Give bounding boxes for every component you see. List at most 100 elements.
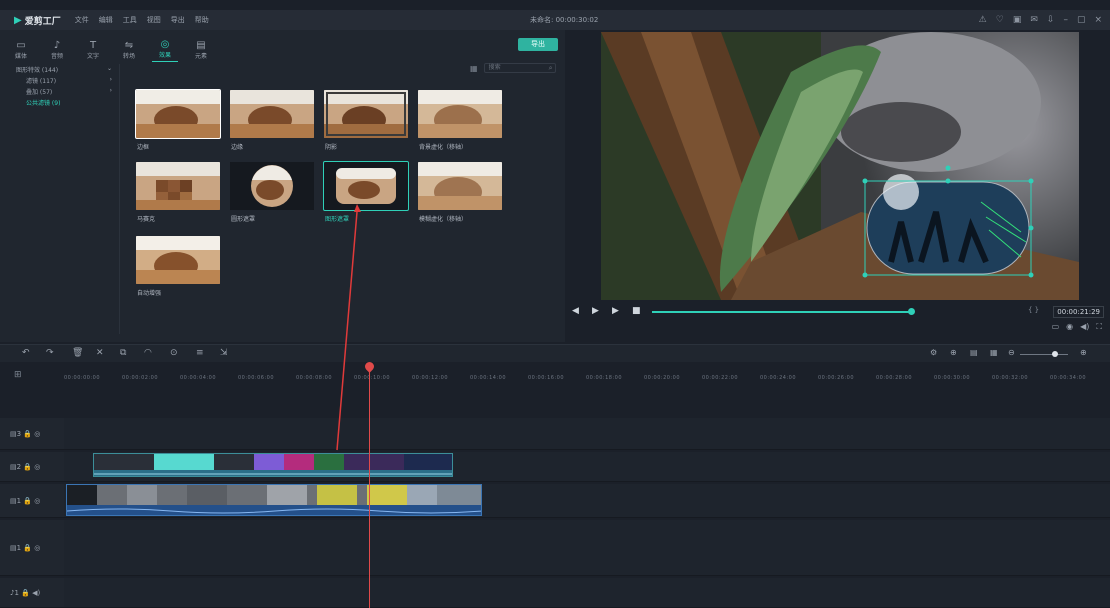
mail-icon[interactable]: ✉ bbox=[1030, 15, 1038, 25]
tab-audio[interactable]: ♪ 音频 bbox=[44, 40, 70, 62]
zoom-out-icon[interactable]: ⊖ bbox=[1008, 348, 1015, 357]
stop-button[interactable]: ■ bbox=[632, 306, 641, 316]
volume-icon[interactable]: ◀) bbox=[1080, 322, 1089, 332]
video-clip[interactable] bbox=[66, 484, 482, 516]
minimize-button[interactable]: – bbox=[1063, 15, 1068, 25]
effect-thumbnail[interactable] bbox=[230, 162, 314, 210]
category-label: 图形特效 (144) bbox=[16, 67, 59, 74]
close-button[interactable]: × bbox=[1094, 15, 1102, 25]
zoom-slider-handle[interactable] bbox=[1052, 351, 1058, 357]
effect-thumbnail-active[interactable] bbox=[323, 161, 409, 211]
zoom-in-icon[interactable]: ⊕ bbox=[1080, 348, 1087, 357]
category-label: 滤镜 (117) bbox=[26, 78, 57, 85]
text-icon: T bbox=[89, 40, 97, 51]
category-item[interactable]: 滤镜 (117) › bbox=[8, 75, 116, 86]
app-logo: ▶ 爱剪工厂 bbox=[14, 14, 61, 27]
tab-media[interactable]: ▭ 媒体 bbox=[8, 40, 34, 62]
cut-icon[interactable]: ✕ bbox=[96, 348, 104, 358]
menu-file[interactable]: 文件 bbox=[75, 15, 89, 25]
tab-text[interactable]: T 文字 bbox=[80, 40, 106, 62]
effect-thumbnail[interactable] bbox=[230, 90, 314, 138]
ruler-tick-label: 00:00:04:00 bbox=[180, 375, 217, 381]
menu-tools[interactable]: 工具 bbox=[123, 15, 137, 25]
thumbnail-image bbox=[230, 90, 314, 138]
display-icon[interactable]: ▭ bbox=[1052, 322, 1060, 332]
ruler-tick-label: 00:00:12:00 bbox=[412, 375, 449, 381]
ruler-tick-label: 00:00:22:00 bbox=[702, 375, 739, 381]
category-list: 图形特效 (144) ⌄ 滤镜 (117) › 叠加 (57) › 公共滤镜 (… bbox=[8, 64, 120, 334]
menu-help[interactable]: 帮助 bbox=[195, 15, 209, 25]
track-header: ▤1 🔒 ◎ bbox=[0, 484, 64, 517]
track-empty[interactable]: ▤1 🔒 ◎ bbox=[0, 520, 1110, 576]
track-video-3[interactable]: ▤3 🔒 ◎ bbox=[0, 418, 1110, 450]
ruler-tick-label: 00:00:24:00 bbox=[760, 375, 797, 381]
menu-view[interactable]: 视图 bbox=[147, 15, 161, 25]
undo-icon[interactable]: ↶ bbox=[22, 348, 30, 358]
category-item-active[interactable]: 公共滤镜 (9) bbox=[8, 97, 116, 108]
effect-thumbnail[interactable] bbox=[136, 162, 220, 210]
download-icon[interactable]: ⇩ bbox=[1047, 15, 1055, 25]
next-frame-button[interactable]: ▶ bbox=[612, 306, 619, 316]
settings-icon[interactable]: ⚙ bbox=[930, 348, 937, 357]
effect-thumbnail[interactable] bbox=[135, 89, 221, 139]
category-item[interactable]: 叠加 (57) › bbox=[8, 86, 116, 97]
playhead-line[interactable] bbox=[369, 366, 370, 608]
timeline-ruler[interactable]: ⊞ 00:00:00:00 00:00:02:00 00:00:04:00 00:00… bbox=[0, 364, 1110, 390]
ruler-tick-label: 00:00:18:00 bbox=[586, 375, 623, 381]
favorite-icon[interactable]: ♡ bbox=[996, 15, 1004, 25]
zoom-slider[interactable] bbox=[1020, 354, 1068, 355]
tab-effects[interactable]: ◎ 效果 bbox=[152, 39, 178, 62]
thumbnail-image bbox=[136, 236, 220, 284]
effect-thumbnail[interactable] bbox=[418, 162, 502, 210]
play-button[interactable]: ▶ bbox=[592, 306, 599, 316]
category-item[interactable]: 图形特效 (144) ⌄ bbox=[8, 64, 116, 75]
title-bar: ▶ 爱剪工厂 文件 编辑 工具 视图 导出 帮助 未命名: 00:00:30:0… bbox=[0, 10, 1110, 30]
effect-thumbnail[interactable] bbox=[136, 236, 220, 284]
warning-icon[interactable]: ⚠ bbox=[979, 15, 987, 25]
maximize-button[interactable]: ▢ bbox=[1077, 15, 1086, 25]
audio-mix-icon[interactable]: ≡ bbox=[196, 348, 204, 358]
speed-icon[interactable]: ◠ bbox=[144, 348, 152, 358]
add-track-icon[interactable]: ⊞ bbox=[14, 370, 22, 380]
elements-icon: ▤ bbox=[196, 40, 206, 51]
menu-edit[interactable]: 编辑 bbox=[99, 15, 113, 25]
preview-tools: ▭ ◉ ◀) ⛶ bbox=[1052, 322, 1102, 332]
grid-view-icon[interactable]: ▦ bbox=[470, 64, 478, 73]
progress-handle[interactable] bbox=[908, 308, 916, 315]
category-label: 公共滤镜 (9) bbox=[26, 100, 61, 107]
split-screen-icon[interactable]: ⇲ bbox=[220, 348, 228, 358]
transition-icon: ⇋ bbox=[124, 40, 134, 51]
fullscreen-icon[interactable]: ⛶ bbox=[1096, 322, 1102, 332]
tab-elements[interactable]: ▤ 元素 bbox=[188, 40, 214, 62]
video-editor-window: ▶ 爱剪工厂 文件 编辑 工具 视图 导出 帮助 未命名: 00:00:30:0… bbox=[0, 0, 1110, 608]
prev-frame-button[interactable]: ◀ bbox=[572, 306, 579, 316]
playback-progress[interactable] bbox=[652, 308, 916, 315]
voiceover-icon[interactable]: ▤ bbox=[970, 348, 978, 357]
layout-icon[interactable]: ▣ bbox=[1013, 15, 1022, 25]
marker-icon[interactable]: ⊕ bbox=[950, 348, 957, 357]
color-icon[interactable]: ⊙ bbox=[170, 348, 178, 358]
crop-icon[interactable]: ⧉ bbox=[120, 348, 126, 358]
effect-label: 边框 bbox=[137, 144, 150, 151]
effect-thumbnail[interactable] bbox=[418, 90, 502, 138]
track-audio-1[interactable]: ♪1 🔒 ◀) bbox=[0, 578, 1110, 608]
track-header: ▤1 🔒 ◎ bbox=[0, 520, 64, 575]
marker-brackets[interactable]: { } bbox=[1028, 306, 1039, 314]
snapshot-icon[interactable]: ◉ bbox=[1066, 322, 1073, 332]
video-viewer[interactable] bbox=[601, 32, 1079, 300]
tab-transition[interactable]: ⇋ 转场 bbox=[116, 40, 142, 62]
snap-icon[interactable]: ▦ bbox=[990, 348, 998, 357]
export-button[interactable]: 导出 bbox=[518, 38, 558, 51]
chevron-right-icon: › bbox=[109, 76, 112, 83]
preview-panel: ◀ ▶ ▶ ■ { } 00:00:21:29 ▭ ◉ ◀) ⛶ bbox=[566, 30, 1110, 342]
app-name: 爱剪工厂 bbox=[24, 16, 61, 27]
menu-export[interactable]: 导出 bbox=[171, 15, 185, 25]
search-input[interactable]: 搜索 ⌕ bbox=[483, 63, 556, 73]
ruler-tick-label: 00:00:30:00 bbox=[934, 375, 971, 381]
redo-icon[interactable]: ↷ bbox=[46, 348, 54, 358]
effect-clip[interactable] bbox=[93, 453, 453, 477]
video-clip-frames bbox=[67, 485, 481, 515]
effect-thumbnail[interactable] bbox=[324, 90, 408, 138]
delete-icon[interactable]: 🗑 bbox=[72, 348, 83, 358]
timecode-display: 00:00:21:29 bbox=[1053, 306, 1104, 318]
